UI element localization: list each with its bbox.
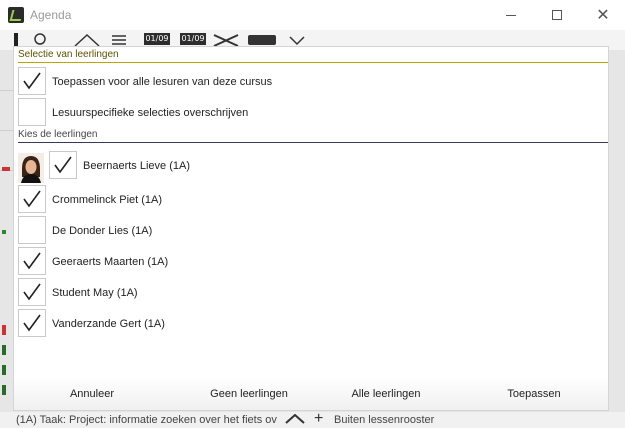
chevron-down-icon <box>289 36 305 46</box>
background-marker <box>2 345 6 355</box>
background-marker <box>2 167 10 171</box>
student-name: Vanderzande Gert (1A) <box>52 318 165 330</box>
student-name: Beernaerts Lieve (1A) <box>83 160 190 172</box>
background-bottom-bar: (1A) Taak: Project: informatie zoeken ov… <box>0 410 625 428</box>
checkmark-icon <box>23 283 41 301</box>
option-checkbox-override[interactable] <box>18 98 46 126</box>
student-name: Student May (1A) <box>52 287 138 299</box>
student-checkbox[interactable] <box>49 151 77 179</box>
option-label-apply-all: Toepassen voor alle lesuren van deze cur… <box>52 76 273 88</box>
student-name: De Donder Lies (1A) <box>52 225 153 237</box>
student-checkbox[interactable] <box>18 185 46 213</box>
section-divider <box>18 142 608 143</box>
section-divider <box>18 62 608 63</box>
toolbar-date-2: 01/09 <box>180 33 206 45</box>
select-all-button[interactable]: Alle leerlingen <box>336 386 436 402</box>
close-button[interactable]: ✕ <box>580 0 625 30</box>
list-icon <box>112 35 126 45</box>
cancel-button[interactable]: Annuleer <box>52 386 132 402</box>
tools-icon <box>213 34 239 47</box>
background-marker <box>2 325 6 335</box>
apply-button[interactable]: Toepassen <box>494 386 574 402</box>
checkmark-icon <box>23 252 41 270</box>
checkmark-icon <box>54 156 72 174</box>
student-selection-dialog: Selectie van leerlingen Toepassen voor a… <box>14 47 608 410</box>
minimize-button[interactable] <box>488 0 534 30</box>
chevron-up-icon <box>285 414 305 424</box>
plus-icon: + <box>314 410 324 427</box>
background-marker <box>2 365 6 375</box>
app-logo-icon <box>8 7 24 23</box>
window-title: Agenda <box>30 8 72 22</box>
background-task-text: (1A) Taak: Project: informatie zoeken ov… <box>16 414 277 426</box>
search-icon <box>34 33 46 45</box>
printer-icon <box>248 35 276 45</box>
maximize-icon <box>552 10 562 20</box>
student-name: Geeraerts Maarten (1A) <box>52 256 169 268</box>
toolbar-marker-icon <box>14 33 18 47</box>
students-header: Kies de leerlingen <box>18 129 98 140</box>
checkmark-icon <box>23 72 41 90</box>
student-checkbox[interactable] <box>18 216 46 244</box>
student-checkbox[interactable] <box>18 309 46 337</box>
checkmark-icon <box>23 190 41 208</box>
select-none-button[interactable]: Geen leerlingen <box>194 386 304 402</box>
outside-schedule-label: Buiten lessenrooster <box>334 414 435 426</box>
window-titlebar: Agenda ✕ <box>0 0 625 30</box>
maximize-button[interactable] <box>534 0 580 30</box>
avatar <box>18 153 44 183</box>
selection-header: Selectie van leerlingen <box>18 49 119 60</box>
student-checkbox[interactable] <box>18 247 46 275</box>
toolbar-date-1: 01/09 <box>144 33 170 45</box>
option-label-override: Lesuurspecifieke selecties overschrijven <box>52 107 249 119</box>
background-marker <box>2 230 6 234</box>
student-name: Crommelinck Piet (1A) <box>52 194 163 206</box>
background-marker <box>2 385 6 395</box>
dialog-footer: Annuleer Geen leerlingen Alle leerlingen… <box>14 377 608 410</box>
student-checkbox[interactable] <box>18 278 46 306</box>
minimize-icon <box>506 14 516 16</box>
checkmark-icon <box>23 314 41 332</box>
option-checkbox-apply-all[interactable] <box>18 67 46 95</box>
home-icon <box>74 33 100 47</box>
